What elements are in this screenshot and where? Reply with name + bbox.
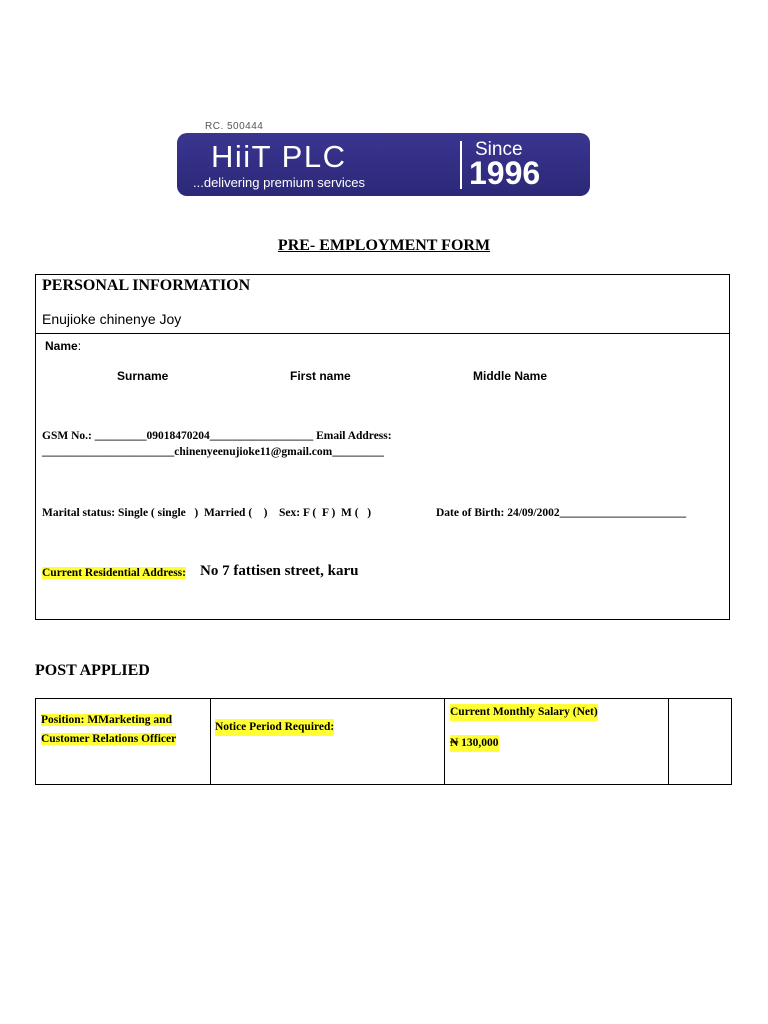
form-title: PRE- EMPLOYMENT FORM (277, 237, 491, 254)
salary-label: Current Monthly Salary (Net) (450, 704, 598, 721)
position-text: Position: MMarketing and Customer Relati… (41, 714, 177, 745)
name-label: Name: (45, 339, 81, 353)
logo-company-name: HiiT PLC (211, 139, 347, 174)
post-applied-table: Position: MMarketing and Customer Relati… (35, 698, 732, 785)
address-field[interactable]: No 7 fattisen street, karu (200, 563, 358, 580)
table-row: Position: MMarketing and Customer Relati… (35, 698, 732, 785)
logo-since-year: 1996 (469, 155, 541, 191)
company-logo: HiiT PLC ...delivering premium services … (177, 133, 590, 196)
email-address-field[interactable]: _______________________chinenyeenujioke1… (42, 446, 384, 458)
position-cell[interactable]: Position: MMarketing and Customer Relati… (35, 698, 211, 785)
address-label: Current Residential Address: (42, 567, 186, 579)
post-applied-heading: POST APPLIED (35, 662, 150, 679)
name-label-text: Name (45, 339, 78, 353)
logo-tagline: ...delivering premium services (193, 175, 365, 190)
marital-sex-field[interactable]: Marital status: Single ( single ) Marrie… (42, 507, 371, 519)
middle-name-label: Middle Name (473, 369, 548, 383)
salary-value: ₦ 130,000 (450, 735, 499, 752)
notice-period-text: Notice Period Required: (215, 719, 335, 736)
first-name-label: First name (290, 369, 351, 383)
empty-cell[interactable] (668, 698, 732, 785)
name-label-colon: : (77, 339, 82, 353)
notice-period-cell[interactable]: Notice Period Required: (210, 698, 445, 785)
gsm-email-field[interactable]: GSM No.: _________09018470204___________… (42, 430, 392, 442)
surname-label: Surname (117, 369, 169, 383)
rc-number: RC. 500444 (205, 121, 264, 132)
date-of-birth-field[interactable]: Date of Birth: 24/09/2002_______________… (436, 507, 686, 519)
applicant-name-field[interactable]: Enujioke chinenye Joy (42, 311, 181, 327)
personal-information-heading: PERSONAL INFORMATION (42, 277, 251, 294)
logo-divider (460, 141, 462, 189)
salary-cell[interactable]: Current Monthly Salary (Net) ₦ 130,000 (444, 698, 669, 785)
section-divider (35, 333, 730, 334)
